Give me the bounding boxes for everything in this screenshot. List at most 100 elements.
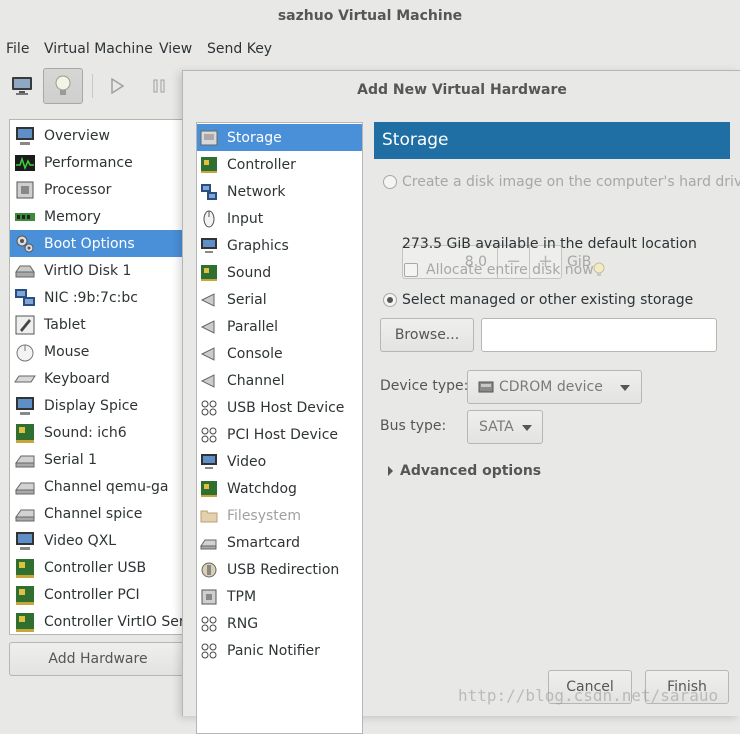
- disk-drive-icon: [15, 265, 35, 277]
- device-type-pci-host[interactable]: PCI Host Device: [197, 421, 362, 448]
- play-icon: [111, 78, 125, 94]
- expander-arrow-icon[interactable]: [388, 466, 393, 476]
- hw-item-overview[interactable]: Overview: [10, 122, 186, 149]
- hw-item-channel-qemu-ga[interactable]: Channel qemu-ga: [10, 473, 186, 500]
- panic-notifier-icon: [201, 643, 217, 658]
- device-type-rng[interactable]: RNG: [197, 610, 362, 637]
- menu-send-key[interactable]: Send Key: [207, 41, 272, 57]
- device-type-video[interactable]: Video: [197, 448, 362, 475]
- device-type-smartcard[interactable]: Smartcard: [197, 529, 362, 556]
- window-title: sazhuo Virtual Machine: [0, 0, 740, 32]
- storage-path-input[interactable]: [481, 318, 717, 352]
- hw-item-performance[interactable]: Performance: [10, 149, 186, 176]
- advanced-options-expander[interactable]: Advanced options: [400, 463, 541, 479]
- device-type-usb-host[interactable]: USB Host Device: [197, 394, 362, 421]
- allocate-disk-label: Allocate entire disk now: [426, 262, 594, 278]
- hw-item-sound[interactable]: Sound: ich6: [10, 419, 186, 446]
- graphics-icon: [201, 237, 217, 253]
- bus-type-value: SATA: [479, 419, 514, 435]
- device-type-watchdog[interactable]: Watchdog: [197, 475, 362, 502]
- browse-button[interactable]: Browse...: [380, 318, 474, 352]
- add-hardware-dialog: Add New Virtual Hardware Storage Control…: [182, 70, 740, 734]
- pause-button[interactable]: [139, 68, 179, 104]
- allocate-disk-checkbox[interactable]: [404, 263, 418, 277]
- hw-item-controller-usb[interactable]: Controller USB: [10, 554, 186, 581]
- finish-button[interactable]: Finish: [645, 670, 729, 704]
- keyboard-icon: [14, 375, 36, 382]
- menu-view[interactable]: View: [159, 41, 192, 57]
- device-type-console[interactable]: Console: [197, 340, 362, 367]
- device-type-storage[interactable]: Storage: [197, 124, 362, 151]
- menu-file[interactable]: File: [6, 41, 29, 57]
- hw-item-serial[interactable]: Serial 1: [10, 446, 186, 473]
- device-type-list: Storage Controller Network Input Graphic…: [196, 122, 363, 734]
- usb-redirection-icon: [201, 562, 217, 577]
- hw-item-processor[interactable]: Processor: [10, 176, 186, 203]
- memory-module-icon: [15, 212, 35, 221]
- device-type-parallel[interactable]: Parallel: [197, 313, 362, 340]
- device-type-input[interactable]: Input: [197, 205, 362, 232]
- monitor-icon: [16, 126, 34, 145]
- hw-item-memory[interactable]: Memory: [10, 203, 186, 230]
- hw-item-boot-options[interactable]: Boot Options: [10, 230, 186, 257]
- tpm-chip-icon: [201, 589, 217, 604]
- device-type-serial[interactable]: Serial: [197, 286, 362, 313]
- run-button[interactable]: [97, 68, 137, 104]
- folder-icon: [200, 510, 218, 522]
- chevron-down-icon: [620, 385, 630, 391]
- storage-icon: [200, 130, 218, 145]
- cancel-button[interactable]: Cancel: [548, 670, 632, 704]
- storage-header: Storage: [374, 122, 730, 159]
- device-type-graphics[interactable]: Graphics: [197, 232, 362, 259]
- hw-item-mouse[interactable]: Mouse: [10, 338, 186, 365]
- hw-item-video-qxl[interactable]: Video QXL: [10, 527, 186, 554]
- hardware-list: Overview Performance Processor Memory Bo…: [9, 119, 187, 635]
- select-existing-label: Select managed or other existing storage: [402, 292, 694, 308]
- console-view-button[interactable]: [2, 68, 42, 104]
- hw-item-display-spice[interactable]: Display Spice: [10, 392, 186, 419]
- sound-icon: [201, 264, 217, 281]
- hw-item-channel-spice[interactable]: Channel spice: [10, 500, 186, 527]
- controller-card-icon: [16, 585, 34, 605]
- device-type-tpm[interactable]: TPM: [197, 583, 362, 610]
- dialog-title: Add New Virtual Hardware: [357, 82, 567, 98]
- device-type-sound[interactable]: Sound: [197, 259, 362, 286]
- create-disk-radio[interactable]: [383, 175, 397, 189]
- console-icon: [200, 346, 215, 361]
- network-icon: [201, 183, 217, 200]
- hw-item-controller-pci[interactable]: Controller PCI: [10, 581, 186, 608]
- device-type-controller[interactable]: Controller: [197, 151, 362, 178]
- smartcard-icon: [200, 539, 217, 549]
- lightbulb-icon: [55, 75, 71, 95]
- network-card-icon: [15, 288, 35, 306]
- device-type-usb-redirection[interactable]: USB Redirection: [197, 556, 362, 583]
- channel-icon: [200, 373, 215, 388]
- video-icon: [16, 531, 34, 550]
- add-hardware-button[interactable]: Add Hardware: [9, 642, 187, 676]
- cdrom-icon: [478, 381, 494, 393]
- device-type-panic-notifier[interactable]: Panic Notifier: [197, 637, 362, 664]
- details-view-button[interactable]: [43, 68, 83, 104]
- hw-item-tablet[interactable]: Tablet: [10, 311, 186, 338]
- bus-type-select[interactable]: SATA: [467, 410, 543, 444]
- chevron-down-icon: [522, 425, 532, 431]
- device-type-select[interactable]: CDROM device: [467, 370, 642, 404]
- create-disk-label: Create a disk image on the computer's ha…: [402, 174, 740, 190]
- tablet-pen-icon: [15, 315, 35, 334]
- device-type-filesystem[interactable]: Filesystem: [197, 502, 362, 529]
- serial-icon: [200, 292, 215, 307]
- hw-item-nic[interactable]: NIC :9b:7c:bc: [10, 284, 186, 311]
- hw-item-keyboard[interactable]: Keyboard: [10, 365, 186, 392]
- pci-device-icon: [201, 427, 217, 442]
- hw-item-controller-virtio-serial[interactable]: Controller VirtIO Serial: [10, 608, 186, 634]
- display-icon: [16, 396, 34, 415]
- menu-virtual-machine[interactable]: Virtual Machine: [44, 41, 153, 57]
- parallel-icon: [200, 319, 215, 334]
- device-type-network[interactable]: Network: [197, 178, 362, 205]
- channel-icon: [15, 509, 35, 521]
- mouse-input-icon: [203, 210, 215, 227]
- device-type-channel[interactable]: Channel: [197, 367, 362, 394]
- menubar: File Virtual Machine View Send Key: [0, 32, 740, 66]
- hw-item-virtio-disk[interactable]: VirtIO Disk 1: [10, 257, 186, 284]
- select-existing-radio[interactable]: [383, 293, 397, 307]
